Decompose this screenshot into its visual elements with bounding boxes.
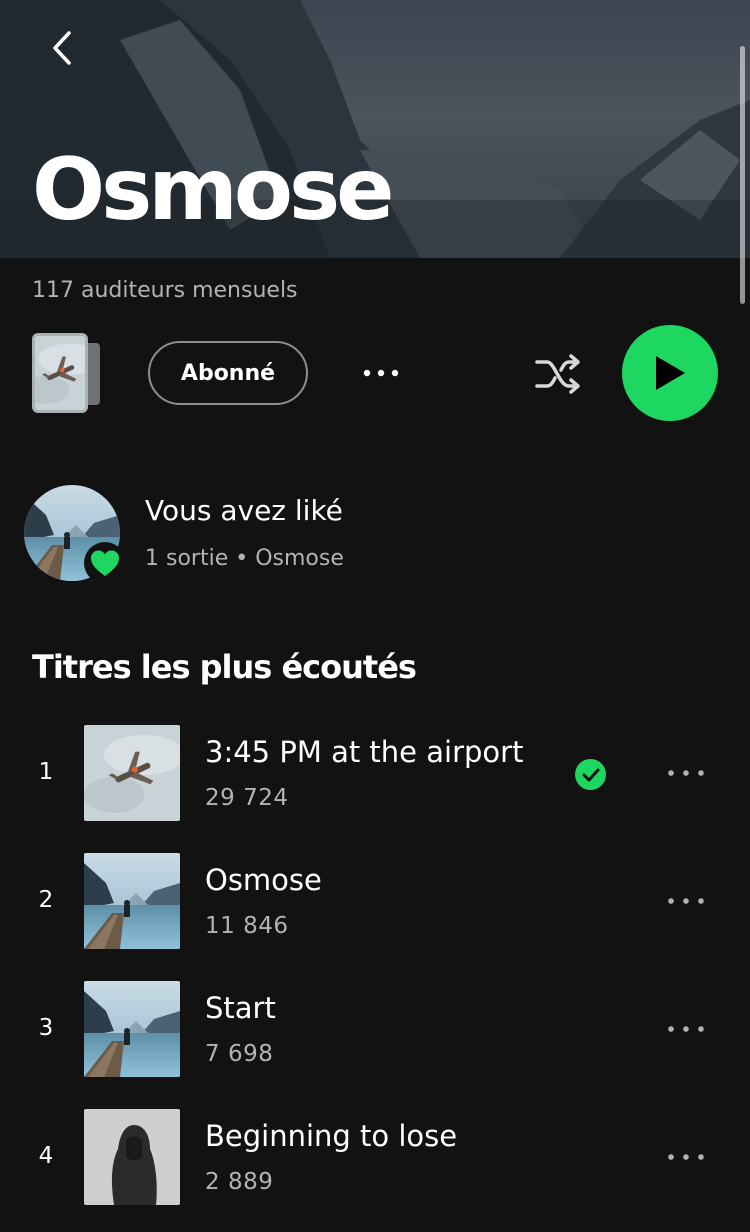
heart-badge xyxy=(84,542,126,584)
track-more-button[interactable] xyxy=(660,1015,712,1043)
track-title: Beginning to lose xyxy=(205,1119,458,1153)
track-rank: 1 xyxy=(38,759,54,785)
more-horizontal-icon xyxy=(668,1154,704,1160)
track-play-count: 29 724 xyxy=(205,785,289,811)
artist-header: Osmose xyxy=(0,0,750,258)
more-horizontal-icon xyxy=(668,770,704,776)
scrollbar[interactable] xyxy=(740,46,745,304)
track-rank: 3 xyxy=(38,1015,54,1041)
back-button[interactable] xyxy=(40,26,84,70)
play-button[interactable] xyxy=(622,325,718,421)
heart-icon xyxy=(91,550,119,576)
artist-name: Osmose xyxy=(32,140,395,240)
section-title-popular: Titres les plus écoutés xyxy=(32,648,417,686)
shuffle-icon xyxy=(535,354,580,394)
more-options-button[interactable] xyxy=(356,355,406,391)
track-more-button[interactable] xyxy=(660,887,712,915)
track-more-button[interactable] xyxy=(660,1143,712,1171)
track-title: 3:45 PM at the airport xyxy=(205,735,524,769)
track-cover-image xyxy=(84,725,180,821)
track-row[interactable]: 1 3:45 PM at the airport 29 724 xyxy=(0,725,750,825)
track-cover-image xyxy=(84,853,180,949)
more-horizontal-icon xyxy=(668,1026,704,1032)
monthly-listeners: 117 auditeurs mensuels xyxy=(32,278,298,303)
track-play-count: 2 889 xyxy=(205,1169,274,1195)
check-circle-icon xyxy=(575,759,606,790)
track-rank: 2 xyxy=(38,887,54,913)
track-cover-image xyxy=(84,1109,180,1205)
track-rank: 4 xyxy=(38,1143,54,1169)
stacked-cover-front xyxy=(32,333,88,413)
liked-title: Vous avez liké xyxy=(145,494,343,527)
more-horizontal-icon xyxy=(363,369,399,377)
track-row[interactable]: 3 Start 7 698 xyxy=(0,981,750,1081)
plane-cover-image xyxy=(35,336,85,410)
track-row[interactable]: 4 Beginning to lose 2 889 xyxy=(0,1109,750,1209)
follow-button[interactable]: Abonné xyxy=(148,341,308,405)
artist-release-preview[interactable] xyxy=(32,333,102,413)
play-icon xyxy=(656,356,685,390)
shuffle-button[interactable] xyxy=(530,348,586,400)
more-horizontal-icon xyxy=(668,898,704,904)
liked-subtitle: 1 sortie • Osmose xyxy=(145,546,344,571)
track-title: Start xyxy=(205,991,276,1025)
track-title: Osmose xyxy=(205,863,322,897)
track-row[interactable]: 2 Osmose 11 846 xyxy=(0,853,750,953)
track-play-count: 11 846 xyxy=(205,913,289,939)
chevron-left-icon xyxy=(53,31,71,65)
track-cover-image xyxy=(84,981,180,1077)
track-play-count: 7 698 xyxy=(205,1041,274,1067)
track-more-button[interactable] xyxy=(660,759,712,787)
